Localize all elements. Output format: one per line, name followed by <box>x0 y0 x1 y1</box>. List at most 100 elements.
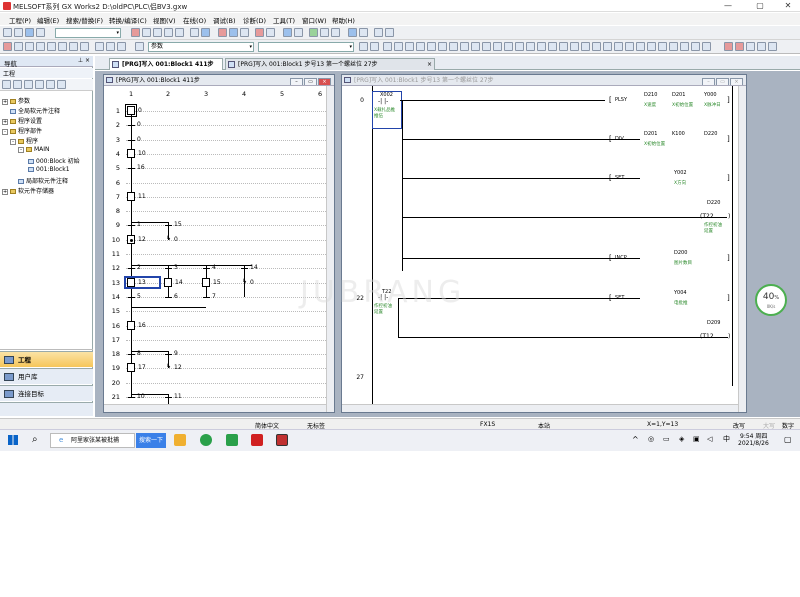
tree-item-block-001[interactable]: 001:Block1 <box>28 166 70 173</box>
write-plc-icon[interactable] <box>218 28 227 37</box>
minimize-button[interactable]: — <box>716 1 740 11</box>
nav-button-project[interactable]: 工程 <box>0 351 93 367</box>
nav-pin-icon[interactable]: ⊥ × <box>78 57 90 64</box>
tree-item-block-000[interactable]: 000:Block 初始 <box>28 156 80 165</box>
expand-icon[interactable]: + <box>2 119 8 125</box>
new-icon[interactable] <box>3 28 12 37</box>
output-icon[interactable] <box>69 42 78 51</box>
search-icon[interactable]: ⌕ <box>32 434 38 445</box>
sfc-step[interactable] <box>127 363 135 373</box>
project-view-icon[interactable] <box>14 42 23 51</box>
paste-icon[interactable] <box>153 28 162 37</box>
sfc-scrollbar-vertical[interactable] <box>326 86 334 412</box>
monitor-stop-icon[interactable] <box>294 28 303 37</box>
parallel-open-icon[interactable] <box>405 42 414 51</box>
filter-icon[interactable] <box>359 42 368 51</box>
zoom-icon[interactable] <box>374 28 383 37</box>
find-icon[interactable] <box>190 28 199 37</box>
print-icon[interactable] <box>36 28 45 37</box>
menu-window[interactable]: 窗口(W) <box>302 15 327 25</box>
menu-convert[interactable]: 转换/编译(C) <box>109 15 147 25</box>
restore-icon[interactable]: ▭ <box>716 78 729 85</box>
list-icon[interactable] <box>25 42 34 51</box>
tree-item-local-comment[interactable]: 局部软元件注释 <box>18 176 68 185</box>
zoom-in-icon[interactable] <box>135 42 144 51</box>
menu-debug[interactable]: 调试(B) <box>213 15 236 25</box>
write-mode-icon[interactable] <box>724 42 733 51</box>
tree-item-parameter[interactable]: + 参数 <box>2 96 30 105</box>
stop-icon[interactable] <box>266 28 275 37</box>
ladder-scrollbar-horizontal[interactable] <box>342 404 738 412</box>
alias-icon[interactable] <box>691 42 700 51</box>
tray-app-icon[interactable]: ◎ <box>648 435 654 443</box>
statement-icon[interactable] <box>669 42 678 51</box>
coil-icon[interactable] <box>427 42 436 51</box>
st-mode-icon[interactable] <box>117 42 126 51</box>
browser-icon[interactable] <box>200 434 212 446</box>
redo-icon[interactable] <box>175 28 184 37</box>
taskbar-search-button[interactable]: 搜索一下 <box>136 433 166 448</box>
menu-project[interactable]: 工程(P) <box>9 15 31 25</box>
falling-contact-icon[interactable] <box>581 42 590 51</box>
parallel-falling-icon[interactable] <box>526 42 535 51</box>
menu-diagnose[interactable]: 诊断(D) <box>243 15 266 25</box>
rising-contact-icon[interactable] <box>570 42 579 51</box>
menu-help[interactable]: 帮助(H) <box>332 15 355 25</box>
watch-icon[interactable] <box>58 42 67 51</box>
read-mode-icon[interactable] <box>735 42 744 51</box>
minimize-icon[interactable]: – <box>290 78 303 85</box>
close-icon[interactable]: × <box>318 78 331 85</box>
comment-icon[interactable] <box>331 28 340 37</box>
expand-icon[interactable]: + <box>2 99 8 105</box>
note-icon[interactable] <box>680 42 689 51</box>
collapse-icon[interactable]: - <box>2 129 8 135</box>
taskbar-time[interactable]: 9:54 周四 <box>740 431 767 440</box>
operation-icon[interactable] <box>647 42 656 51</box>
tab-ladder-step13[interactable]: [PRG]写入 001:Block1 步号13 第一个螺丝位 27步 × <box>225 58 435 70</box>
sfc-step[interactable] <box>125 104 137 117</box>
simulation-icon[interactable] <box>309 28 318 37</box>
tree-item-program-setting[interactable]: + 程序设置 <box>2 116 42 125</box>
windows-start-icon[interactable] <box>8 435 18 445</box>
options-icon[interactable] <box>385 28 394 37</box>
tray-expand-icon[interactable]: ^ <box>632 435 639 444</box>
device-list-icon[interactable] <box>36 42 45 51</box>
collapse-icon[interactable]: - <box>18 147 24 153</box>
network-speed-widget[interactable]: 40% 0K/s <box>755 284 787 316</box>
menu-online[interactable]: 在线(O) <box>183 15 206 25</box>
ime-indicator[interactable]: 中 <box>723 434 730 444</box>
ladder-mode-icon[interactable] <box>95 42 104 51</box>
tree-item-main[interactable]: - MAIN <box>18 146 50 153</box>
sfc-step[interactable] <box>127 148 135 158</box>
nav-props-icon[interactable] <box>13 80 22 89</box>
mep-icon[interactable] <box>614 42 623 51</box>
tray-net-icon[interactable]: ▭ <box>663 435 670 443</box>
library-icon[interactable] <box>80 42 89 51</box>
delete-line-icon[interactable] <box>559 42 568 51</box>
parallel-rising-icon[interactable] <box>515 42 524 51</box>
parallel-close-icon[interactable] <box>416 42 425 51</box>
ladder-scrollbar-vertical[interactable] <box>738 86 746 412</box>
taskbar-search-input[interactable]: e 阿里家张某被批捕 <box>50 433 135 448</box>
plf-icon[interactable] <box>603 42 612 51</box>
inv-icon[interactable] <box>636 42 645 51</box>
collapse-icon[interactable]: - <box>10 139 16 145</box>
nav-sort-icon[interactable] <box>57 80 66 89</box>
monitor-icon[interactable] <box>283 28 292 37</box>
nav-new-icon[interactable] <box>2 80 11 89</box>
sfc-step[interactable] <box>127 234 135 244</box>
save-icon[interactable] <box>25 28 34 37</box>
sfc-step[interactable] <box>127 320 135 330</box>
mef-icon[interactable] <box>625 42 634 51</box>
vline-icon[interactable] <box>460 42 469 51</box>
run-icon[interactable] <box>255 28 264 37</box>
nav-delete-icon[interactable] <box>24 80 33 89</box>
sfc-step[interactable] <box>127 191 135 201</box>
menu-edit[interactable]: 编辑(E) <box>37 15 59 25</box>
monitor-mode-icon[interactable] <box>746 42 755 51</box>
sfc-step[interactable] <box>164 277 172 287</box>
comment-edit-icon[interactable] <box>658 42 667 51</box>
taskbar-date[interactable]: 2021/8/26 <box>738 440 769 447</box>
tab-close-icon[interactable]: × <box>427 59 432 70</box>
tab-sfc-block1[interactable]: [PRG]写入 001:Block1 411步 <box>109 58 223 70</box>
